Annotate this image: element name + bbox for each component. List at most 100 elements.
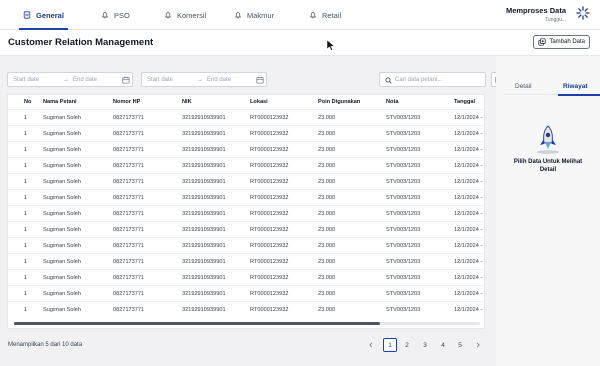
table-cell: 0827173771 [113,307,145,313]
search-input[interactable]: Cari data petani... [379,72,486,87]
table-row[interactable]: 1 Sugiman Soleh 0827173771 32192910939901 RT… [8,125,484,141]
table-cell: RT0000123932 [250,131,289,137]
tab-retail[interactable]: Retail [309,0,341,30]
table-cell: STV003/1203 [386,291,421,297]
prev-page-button[interactable] [364,338,378,352]
detail-panel: Detail Riwayat [496,56,600,366]
column-header[interactable]: Nota [386,95,398,109]
table-cell: 23.000 [318,147,336,153]
table-cell: STV003/1203 [386,195,421,201]
table-cell: 32192910939901 [182,259,226,265]
column-header[interactable]: Nama Petani [43,95,77,109]
column-header[interactable]: Tanggal [454,95,475,109]
column-header[interactable]: Nomor HP [113,95,140,109]
page-button[interactable]: 1 [383,338,397,352]
table-cell: Sugiman Soleh [43,115,81,121]
table-cell: 23.000 [318,227,336,233]
table-cell: 1 [24,307,28,313]
table-cell: 1 [24,179,28,185]
table-row[interactable]: 1 Sugiman Soleh 0827173771 32192910939901 RT… [8,237,484,253]
tab-riwayat[interactable]: Riwayat [563,83,588,90]
date-range-filter[interactable]: Start date → End date [141,72,267,87]
table-cell: 12/1/2024 - [454,163,483,169]
table-cell: 12/1/2024 - [454,227,483,233]
tab-pso[interactable]: PSO [101,0,130,30]
table-cell: 32192910939901 [182,195,226,201]
table-cell: 0827173771 [113,147,145,153]
table-cell: 0827173771 [113,275,145,281]
table-cell: Sugiman Soleh [43,259,81,265]
table-cell: RT0000123932 [250,227,289,233]
top-tab-bar: General PSO Komersil Makmur Retail Mempr… [0,0,600,30]
table-cell: RT0000123932 [250,211,289,217]
table-cell: STV003/1203 [386,115,421,121]
add-data-button[interactable]: Tambah Data [533,35,590,49]
tab-detail[interactable]: Detail [515,83,532,90]
table-row[interactable]: 1 Sugiman Soleh 0827173771 32192910939901 RT… [8,285,484,301]
table-cell: STV003/1203 [386,179,421,185]
date-range-filter[interactable]: Start date → End date [7,72,133,87]
tab-makmur[interactable]: Makmur [234,0,274,30]
table-cell: 1 [24,259,28,265]
end-date-input[interactable]: End date [207,77,231,83]
loading-spinner-icon [576,6,590,20]
table-row[interactable]: 1 Sugiman Soleh 0827173771 32192910939901 RT… [8,269,484,285]
table-cell: RT0000123932 [250,291,289,297]
table-row[interactable]: 1 Sugiman Soleh 0827173771 32192910939901 RT… [8,141,484,157]
calendar-icon[interactable] [122,76,130,84]
page-button[interactable]: 3 [418,338,432,352]
table-cell: 23.000 [318,195,336,201]
table-cell: RT0000123932 [250,115,289,121]
table-cell: 12/1/2024 - [454,291,483,297]
table-cell: 12/1/2024 - [454,243,483,249]
page-button[interactable]: 4 [436,338,450,352]
chevron-left-icon [369,342,373,348]
table-cell: Sugiman Soleh [43,147,81,153]
table-cell: 0827173771 [113,179,145,185]
table-row[interactable]: 1 Sugiman Soleh 0827173771 32192910939901 RT… [8,109,484,125]
table-row[interactable]: 1 Sugiman Soleh 0827173771 32192910939901 RT… [8,157,484,173]
tab-label: Komersil [177,10,207,20]
table-cell: 0827173771 [113,131,145,137]
table-cell: Sugiman Soleh [43,291,81,297]
chevron-right-icon [476,342,480,348]
detail-tabs: Detail Riwayat [504,81,600,96]
table-cell: 23.000 [318,211,336,217]
add-data-label: Tambah Data [549,39,585,45]
column-header[interactable]: Poin Digunakan [318,95,360,109]
table-cell: 32192910939901 [182,115,226,121]
table-cell: 32192910939901 [182,275,226,281]
page-button[interactable]: 2 [400,338,414,352]
next-page-button[interactable] [471,338,485,352]
scrollbar-thumb[interactable] [14,322,380,325]
column-header[interactable]: No [24,95,31,109]
calendar-icon[interactable] [256,76,264,84]
page-button[interactable]: 5 [453,338,467,352]
start-date-input[interactable]: Start date [13,77,39,83]
table-cell: Sugiman Soleh [43,243,81,249]
pagination-summary: Menampilkan 5 dari 10 data [8,342,83,348]
mouse-cursor-icon [327,40,335,51]
table-cell: 1 [24,291,28,297]
table-cell: STV003/1203 [386,163,421,169]
start-date-input[interactable]: Start date [147,77,173,83]
table-cell: RT0000123932 [250,307,289,313]
table-cell: 12/1/2024 - [454,115,483,121]
table-cell: 32192910939901 [182,179,226,185]
table-row[interactable]: 1 Sugiman Soleh 0827173771 32192910939901 RT… [8,173,484,189]
column-header[interactable]: NIK [182,95,192,109]
table-cell: 12/1/2024 - [454,307,483,313]
table-row[interactable]: 1 Sugiman Soleh 0827173771 32192910939901 RT… [8,301,484,317]
column-header[interactable]: Lokasi [250,95,268,109]
table-cell: RT0000123932 [250,243,289,249]
table-cell: STV003/1203 [386,243,421,249]
table-row[interactable]: 1 Sugiman Soleh 0827173771 32192910939901 RT… [8,189,484,205]
end-date-input[interactable]: End date [73,77,97,83]
table-row[interactable]: 1 Sugiman Soleh 0827173771 32192910939901 RT… [8,221,484,237]
table-row[interactable]: 1 Sugiman Soleh 0827173771 32192910939901 RT… [8,253,484,269]
tab-komersil[interactable]: Komersil [164,0,206,30]
table-cell: 23.000 [318,115,336,121]
table-cell: 12/1/2024 - [454,131,483,137]
tab-general[interactable]: General [19,0,68,30]
table-row[interactable]: 1 Sugiman Soleh 0827173771 32192910939901 RT… [8,205,484,221]
